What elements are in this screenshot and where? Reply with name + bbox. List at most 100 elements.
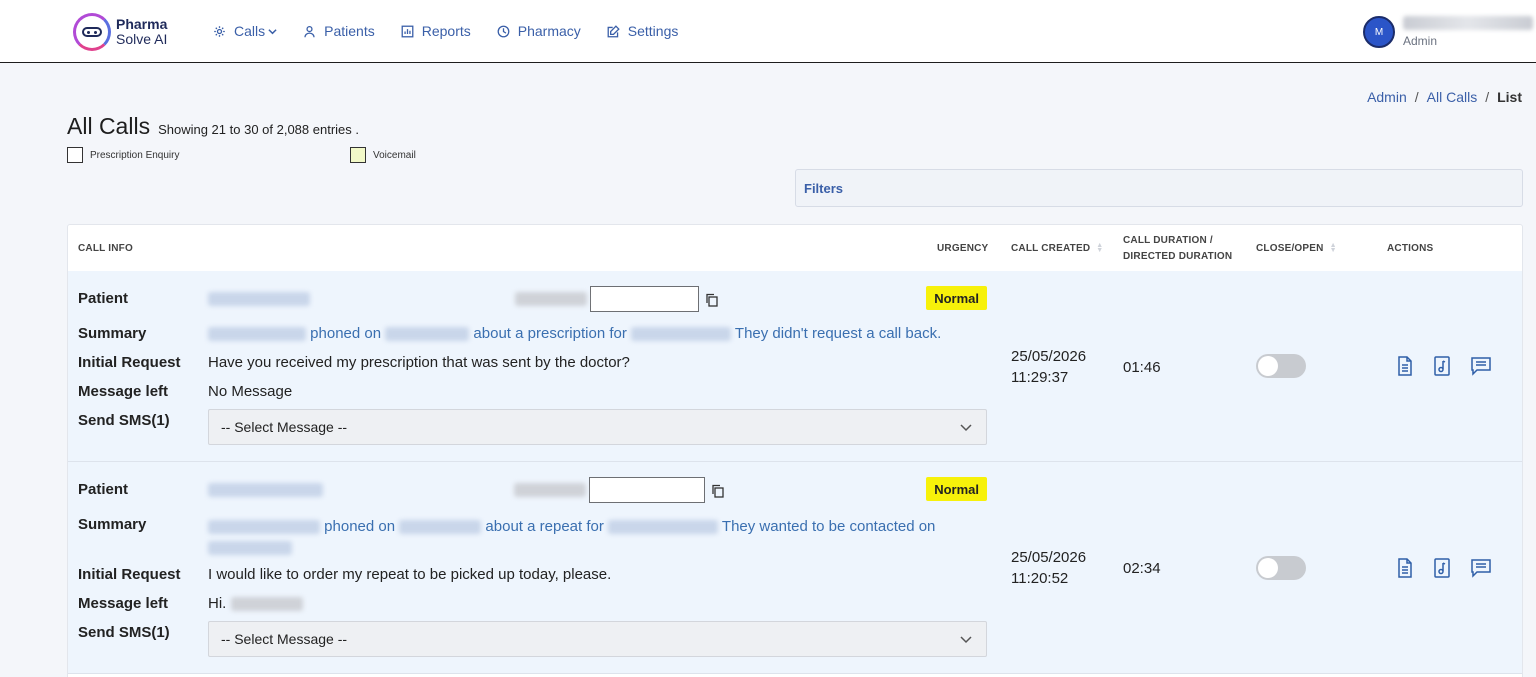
user-menu[interactable]: M Admin: [1363, 16, 1533, 48]
top-navbar: Pharma Solve AI Calls Patients Reports P…: [0, 0, 1536, 63]
play-recording-button[interactable]: [1431, 355, 1453, 377]
nav-calls-label: Calls: [234, 23, 266, 39]
breadcrumb: Admin / All Calls / List: [1367, 89, 1522, 105]
nav-reports-label: Reports: [421, 23, 471, 39]
document-icon: [1398, 558, 1412, 578]
col-duration-line2: DIRECTED DURATION: [1123, 251, 1233, 262]
close-open-toggle[interactable]: [1256, 556, 1306, 580]
summary-part-b: about a prescription for: [473, 325, 627, 342]
table-row: Patient Normal Summary phoned on about a…: [68, 271, 1522, 462]
edit-icon: [607, 24, 620, 37]
col-call-info: CALL INFO: [78, 243, 133, 254]
logo-text-line2: Solve AI: [116, 31, 168, 47]
summary-part-a: phoned on: [310, 325, 382, 342]
initial-request-text: Have you received my prescription that w…: [208, 354, 630, 371]
phone-number-input[interactable]: [514, 477, 705, 503]
document-icon: [1398, 356, 1412, 376]
nav-pharmacy[interactable]: Pharmacy: [497, 23, 581, 39]
legend-voicemail: Voicemail: [350, 147, 416, 163]
col-close-open[interactable]: CLOSE/OPEN ▲ ▼: [1256, 241, 1338, 257]
legend-swatch: [67, 147, 83, 163]
summary-part-a: phoned on: [324, 518, 396, 535]
patient-label: Patient: [78, 290, 129, 307]
patient-name-redacted[interactable]: [208, 481, 323, 498]
summary-label: Summary: [78, 325, 147, 342]
call-created: 25/05/2026 11:20:52: [1011, 547, 1086, 589]
col-actions: ACTIONS: [1387, 243, 1434, 254]
avatar[interactable]: M: [1363, 16, 1395, 48]
breadcrumb-separator: /: [1485, 89, 1490, 105]
send-sms-label: Send SMS(1): [78, 412, 170, 429]
sms-select-value: -- Select Message --: [221, 419, 348, 435]
chat-icon: [1471, 357, 1491, 376]
logo-mark-icon: [73, 13, 111, 51]
col-urgency: URGENCY: [937, 243, 989, 254]
nav-patients-label: Patients: [324, 23, 375, 39]
nav-patients[interactable]: Patients: [303, 23, 375, 39]
legend-swatch: [350, 147, 366, 163]
table-header: CALL INFO URGENCY CALL CREATED ▲ ▼ CALL DU…: [68, 225, 1522, 271]
breadcrumb-admin[interactable]: Admin: [1367, 89, 1407, 105]
music-file-icon: [1434, 356, 1450, 376]
sort-icon[interactable]: ▲ ▼: [1330, 242, 1338, 254]
main-nav: Calls Patients Reports Pharmacy Settings: [213, 23, 704, 39]
sms-message-select[interactable]: -- Select Message --: [208, 621, 987, 657]
clock-icon: [497, 25, 510, 37]
message-button[interactable]: [1470, 557, 1492, 579]
summary-text: phoned on about a prescription for They …: [208, 325, 941, 342]
patient-label: Patient: [78, 481, 129, 498]
call-time: 11:29:37: [1011, 369, 1069, 386]
close-open-toggle[interactable]: [1256, 354, 1306, 378]
page-title: All Calls: [67, 113, 151, 139]
nav-settings-label: Settings: [627, 23, 679, 39]
chevron-down-icon: [960, 636, 972, 644]
phone-number-input[interactable]: [515, 286, 699, 312]
message-button[interactable]: [1470, 355, 1492, 377]
summary-text: phoned on about a repeat for They wanted…: [208, 516, 968, 558]
initial-request-label: Initial Request: [78, 566, 181, 583]
col-call-created[interactable]: CALL CREATED ▲ ▼: [1011, 241, 1104, 257]
app-logo[interactable]: Pharma Solve AI: [73, 13, 167, 51]
message-left-value: Hi.: [208, 595, 227, 612]
urgency-badge: Normal: [926, 286, 987, 310]
legend-label: Voicemail: [373, 149, 416, 161]
col-duration-line1: CALL DURATION /: [1123, 235, 1213, 246]
filters-panel[interactable]: Filters: [795, 169, 1523, 207]
filters-label[interactable]: Filters: [804, 181, 843, 196]
chevron-down-icon: [960, 424, 972, 432]
music-file-icon: [1434, 558, 1450, 578]
summary-part-c: They didn't request a call back.: [734, 325, 942, 342]
call-date: 25/05/2026: [1011, 348, 1087, 365]
sort-icon[interactable]: ▲ ▼: [1096, 242, 1104, 254]
col-close-open-label: CLOSE/OPEN: [1256, 243, 1324, 254]
view-transcript-button[interactable]: [1394, 355, 1416, 377]
legend-label: Prescription Enquiry: [90, 149, 180, 161]
nav-pharmacy-label: Pharmacy: [517, 23, 581, 39]
logo-text-line1: Pharma: [116, 16, 168, 32]
message-left-label: Message left: [78, 595, 169, 612]
col-call-created-label: CALL CREATED: [1011, 243, 1091, 254]
table-row: Patient Normal Summary phoned on about a…: [68, 462, 1522, 674]
copy-icon[interactable]: [711, 484, 725, 498]
user-role: Admin: [1403, 34, 1438, 48]
copy-icon[interactable]: [705, 293, 719, 307]
entries-count: Showing 21 to 30 of 2,088 entries .: [158, 122, 359, 137]
play-recording-button[interactable]: [1431, 557, 1453, 579]
legend-prescription-enquiry: Prescription Enquiry: [67, 147, 179, 163]
initial-request-text: I would like to order my repeat to be pi…: [208, 566, 612, 583]
sms-message-select[interactable]: -- Select Message --: [208, 409, 987, 445]
call-duration: 02:34: [1123, 560, 1161, 577]
chevron-down-icon: [268, 28, 277, 34]
nav-settings[interactable]: Settings: [607, 23, 679, 39]
calls-table: CALL INFO URGENCY CALL CREATED ▲ ▼ CALL DU…: [67, 224, 1523, 677]
col-call-duration: CALL DURATION / DIRECTED DURATION: [1123, 233, 1232, 265]
view-transcript-button[interactable]: [1394, 557, 1416, 579]
call-duration: 01:46: [1123, 359, 1161, 376]
patient-name-redacted[interactable]: [208, 290, 310, 307]
message-left-text: No Message: [208, 383, 293, 400]
nav-calls[interactable]: Calls: [213, 23, 277, 39]
nav-reports[interactable]: Reports: [401, 23, 471, 39]
chat-icon: [1471, 559, 1491, 578]
breadcrumb-all-calls[interactable]: All Calls: [1427, 89, 1478, 105]
breadcrumb-current: List: [1497, 89, 1522, 105]
